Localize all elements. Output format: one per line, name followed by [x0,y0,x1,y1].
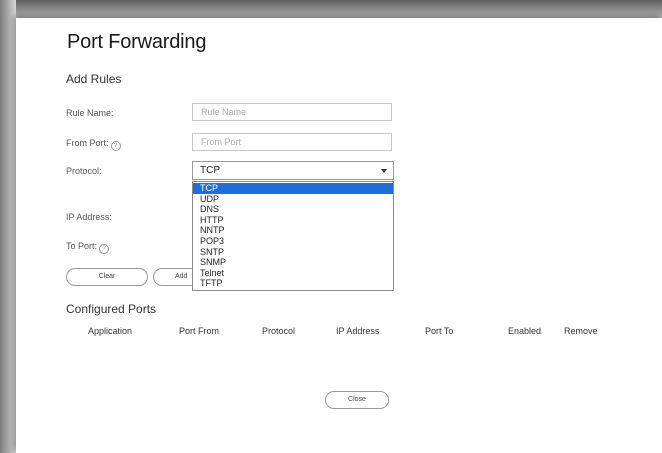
page-title: Port Forwarding [67,31,207,53]
protocol-option[interactable]: TFTP [193,278,393,289]
add-rules-heading: Add Rules [66,72,122,86]
clear-button[interactable]: Clear [66,268,148,286]
protocol-option[interactable]: SNTP [193,247,393,258]
from-port-label-row: From Port:? [66,138,121,151]
protocol-option[interactable]: NNTP [193,225,393,236]
help-icon[interactable]: ? [99,244,110,254]
protocol-option[interactable]: POP3 [193,236,393,247]
rule-name-input[interactable] [192,103,392,121]
protocol-option[interactable]: UDP [193,194,393,205]
protocol-option[interactable]: Telnet [193,268,393,279]
column-header-ip-address: IP Address [336,326,380,336]
ip-address-label: IP Address: [66,212,112,222]
column-header-port-from: Port From [179,326,220,336]
to-port-label: To Port: [66,241,98,251]
protocol-option[interactable]: HTTP [193,215,393,226]
from-port-input[interactable] [192,133,392,151]
rule-name-label: Rule Name: [66,108,114,118]
protocol-select[interactable]: TCP [192,161,394,180]
protocol-option[interactable]: TCP [193,183,393,194]
chevron-down-icon [381,169,387,173]
column-header-protocol: Protocol [262,326,296,336]
close-button[interactable]: Close [325,391,389,409]
protocol-select-value: TCP [200,165,220,176]
column-header-port-to: Port To [425,326,454,336]
configured-ports-heading: Configured Ports [66,302,157,316]
protocol-dropdown-list[interactable]: TCP UDP DNS HTTP NNTP POP3 SNTP SNMP Tel… [192,181,394,291]
to-port-label-row: To Port:? [66,241,110,254]
protocol-option[interactable]: DNS [193,204,393,215]
protocol-label: Protocol: [66,166,102,176]
column-header-enabled: Enabled [508,326,542,336]
from-port-label: From Port: [66,138,109,148]
protocol-option[interactable]: SNMP [193,257,393,268]
column-header-remove: Remove [564,326,598,336]
help-icon[interactable]: ? [110,141,121,151]
background-frame-left [0,0,16,453]
column-header-application: Application [88,326,133,336]
